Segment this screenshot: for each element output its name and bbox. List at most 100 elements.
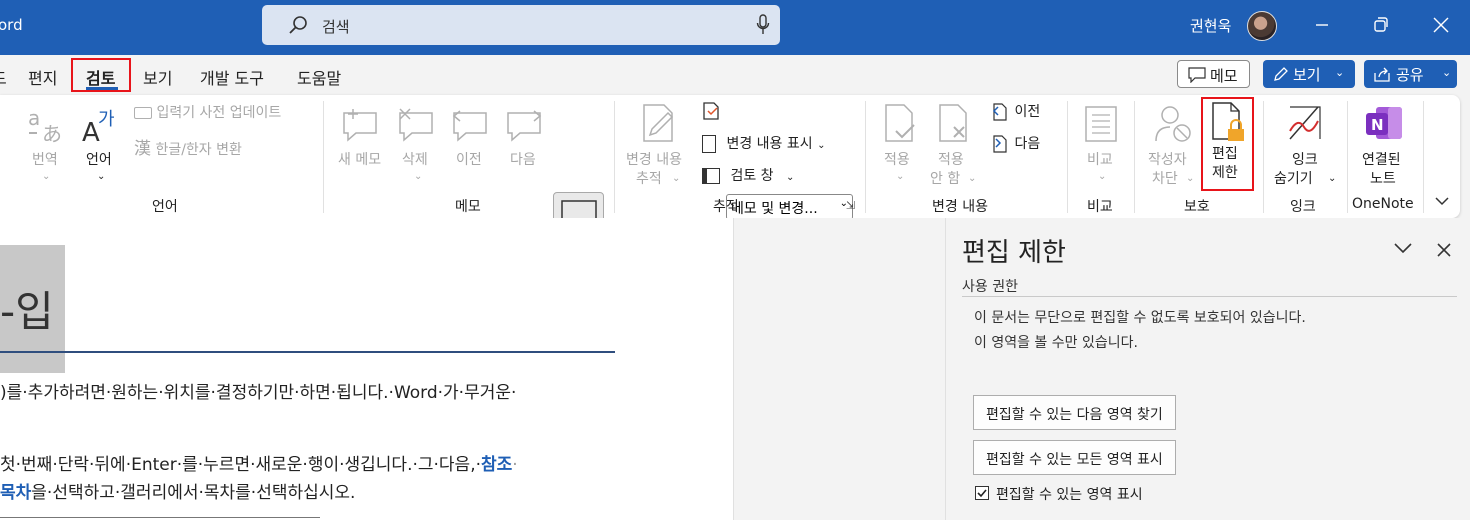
group-label-protect: 보호	[1184, 199, 1210, 215]
hide-ink-button[interactable]: 잉크 숨기기 ⌄	[1272, 103, 1338, 187]
comment-icon	[1188, 67, 1206, 83]
delete-comment-button[interactable]: 삭제 ⌄	[396, 103, 440, 187]
restrict-editing-pane: 편집 제한 사용 권한 이 문서는 무단으로 편집할 수 없도록 보호되어 있습…	[945, 218, 1470, 520]
tab-developer[interactable]: 개발 도구	[200, 65, 264, 89]
search-placeholder: 검색	[322, 18, 350, 36]
document-page[interactable]: -입 )를·추가하려면·원하는·위치를·결정하기만·하면·됩니다.·Word·가…	[0, 218, 733, 520]
previous-comment-button[interactable]: 이전	[450, 103, 494, 187]
document-margin	[733, 218, 945, 520]
next-change-icon	[993, 135, 1007, 153]
svg-text:あ: あ	[42, 122, 62, 145]
ime-update-button[interactable]: 입력기 사전 업데이트	[134, 102, 281, 122]
review-tab-highlight	[71, 58, 131, 92]
svg-text:가: 가	[98, 109, 115, 130]
reviewing-pane-label: 검토 창	[730, 168, 774, 184]
title-bar: ord 검색 권현욱	[0, 0, 1470, 55]
tab-view[interactable]: 보기	[143, 65, 172, 89]
tab-help[interactable]: 도움말	[297, 65, 341, 89]
previous-comment-icon	[452, 110, 487, 142]
restrict-editing-highlight	[1201, 97, 1254, 191]
track-changes-icon	[643, 104, 674, 142]
app-name: ord	[0, 16, 23, 34]
previous-comment-label: 이전	[456, 152, 482, 168]
pane-close-icon[interactable]	[1436, 242, 1452, 258]
show-markup-button[interactable]: 변경 내용 표시 ⌄	[702, 133, 825, 153]
block-authors-label-1: 작성자	[1148, 152, 1187, 168]
share-button[interactable]: 공유 ⌄	[1364, 60, 1457, 88]
reviewing-pane-icon	[702, 168, 720, 184]
markup-display-dropdown[interactable]: 메모 및 변경... ⌄	[726, 194, 853, 220]
highlight-regions-label: 편집할 수 있는 영역 표시	[996, 487, 1143, 503]
restore-icon[interactable]	[1356, 0, 1406, 50]
hanja-label: 한글/한자 변환	[155, 142, 242, 158]
language-button[interactable]: A 가 언어 ⌄	[80, 103, 126, 187]
tab-mailings[interactable]: 편지	[28, 65, 57, 89]
chevron-down-icon: ⌄	[672, 173, 681, 184]
reference-keyword: 참조	[481, 455, 513, 475]
group-label-onenote: OneNote	[1352, 196, 1414, 212]
chevron-down-icon: ⌄	[414, 171, 423, 182]
group-label-tracking: 추적	[713, 199, 739, 215]
comments-button[interactable]: 메모	[1177, 60, 1250, 88]
next-change-button[interactable]: 다음	[990, 133, 1040, 154]
pane-options-chevron-icon[interactable]	[1392, 240, 1414, 256]
linked-notes-button[interactable]: N 연결된 노트	[1356, 103, 1416, 187]
group-label-changes: 변경 내용	[932, 199, 988, 215]
find-next-editable-region-button[interactable]: 편집할 수 있는 다음 영역 찾기	[973, 395, 1176, 430]
dialog-launcher-icon[interactable]: ⇲	[846, 199, 855, 212]
compare-label: 비교	[1087, 152, 1113, 168]
minimize-icon[interactable]	[1297, 0, 1347, 50]
compare-button[interactable]: 비교 ⌄	[1078, 103, 1124, 187]
translate-button[interactable]: a あ 번역 ⌄	[20, 103, 74, 187]
chevron-down-icon: ⌄	[817, 140, 826, 151]
highlight-regions-checkbox[interactable]	[975, 486, 989, 500]
group-separator	[1134, 101, 1135, 213]
new-comment-button[interactable]: 새 메모	[336, 103, 388, 187]
group-label-ink: 잉크	[1290, 199, 1316, 215]
reject-label-1: 적용	[938, 152, 964, 168]
view-mode-button[interactable]: 보기 ⌄	[1263, 60, 1355, 88]
chevron-down-icon: ⌄	[42, 171, 51, 182]
hide-ink-label-2: 숨기기	[1274, 171, 1313, 187]
translate-icon: a あ	[28, 106, 62, 145]
next-comment-button[interactable]: 다음	[504, 103, 548, 187]
keyboard-icon	[134, 107, 152, 119]
close-window-icon[interactable]	[1416, 0, 1466, 50]
chevron-down-icon: ⌄	[1335, 66, 1345, 79]
hanja-convert-button[interactable]: 漢 한글/한자 변환	[134, 134, 242, 159]
track-changes-label-1: 변경 내용	[626, 152, 682, 168]
language-icon: A 가	[82, 109, 115, 145]
accept-label: 적용	[884, 152, 910, 168]
previous-change-icon	[992, 103, 1007, 121]
protection-message: 이 문서는 무단으로 편집할 수 없도록 보호되어 있습니다.	[974, 310, 1306, 326]
reviewing-pane-button[interactable]: 검토 창 ⌄	[702, 165, 794, 185]
show-all-editable-regions-button[interactable]: 편집할 수 있는 모든 영역 표시	[973, 440, 1176, 475]
group-separator	[614, 101, 615, 213]
search-box[interactable]: 검색	[262, 5, 780, 45]
tab-partial[interactable]: 드	[0, 65, 7, 89]
chevron-down-icon: ⌄	[1186, 173, 1195, 184]
user-name[interactable]: 권현욱	[1190, 15, 1231, 36]
next-comment-label: 다음	[510, 152, 536, 168]
previous-change-button[interactable]: 이전	[990, 101, 1040, 122]
search-icon	[289, 16, 307, 34]
block-authors-button[interactable]: 작성자 차단 ⌄	[1146, 103, 1198, 187]
delete-comment-icon	[399, 108, 433, 142]
microphone-icon[interactable]	[756, 14, 770, 36]
reject-button[interactable]: 적용 안 함 ⌄	[930, 103, 978, 187]
avatar[interactable]	[1247, 11, 1277, 41]
chevron-down-icon: ⌄	[1442, 66, 1452, 79]
onenote-icon: N	[1366, 107, 1402, 139]
paragraph-3-text: 을·선택하고·갤러리에서·목차를·선택하십시오.	[31, 483, 356, 503]
reject-icon	[939, 104, 967, 142]
new-comment-icon	[343, 109, 377, 142]
chevron-down-icon: ⌄	[1328, 173, 1337, 184]
hanja-icon: 漢	[134, 139, 151, 159]
translate-label: 번역	[32, 152, 58, 168]
svg-text:a: a	[28, 106, 40, 130]
svg-text:N: N	[1371, 116, 1384, 134]
accept-button[interactable]: 적용 ⌄	[876, 103, 924, 187]
document-rule	[0, 517, 320, 518]
track-changes-button[interactable]: 변경 내용 추적 ⌄	[626, 103, 692, 187]
collapse-ribbon-icon[interactable]	[1434, 195, 1450, 207]
